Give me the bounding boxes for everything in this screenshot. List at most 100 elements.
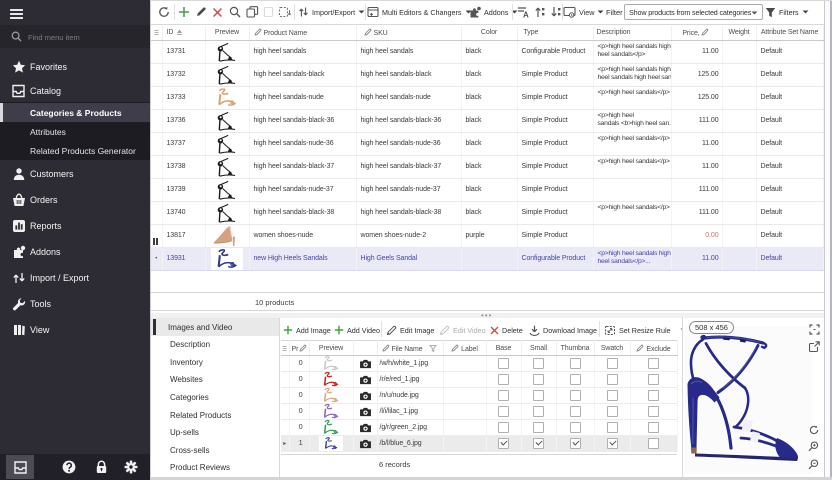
column-header-media-type[interactable] <box>353 341 377 356</box>
row-expander[interactable] <box>151 155 162 178</box>
detail-tab-product-reviews[interactable]: Product Reviews <box>151 459 279 477</box>
paste-special-button[interactable] <box>278 0 291 24</box>
row-expander[interactable] <box>281 404 289 420</box>
row-expander[interactable]: • <box>151 247 162 270</box>
checkbox-exclude[interactable] <box>648 406 659 417</box>
image-row-green_2.jpg[interactable]: 0/g/r/green_2.jpg <box>281 420 677 436</box>
image-row-white_1.jpg[interactable]: 0/w/h/white_1.jpg <box>281 356 677 372</box>
sidebar-item-catalog[interactable]: Catalog <box>0 79 150 103</box>
column-header-product-name[interactable]: Product Name <box>249 26 356 40</box>
add-product-button[interactable] <box>178 0 190 24</box>
detail-tab-up-sells[interactable]: Up-sells <box>151 424 279 442</box>
sidebar-item-reports[interactable]: Reports <box>0 214 150 238</box>
open-external-icon[interactable] <box>809 341 820 352</box>
checkbox-thumbnail[interactable] <box>570 422 581 433</box>
checkbox-base[interactable] <box>498 390 509 401</box>
store-button[interactable] <box>6 455 34 479</box>
column-header-swatch[interactable]: Swatch <box>594 341 630 356</box>
download-image-button[interactable]: Download Image <box>529 318 597 342</box>
row-expander[interactable] <box>281 372 289 388</box>
column-header-exclude[interactable]: Exclude <box>630 341 677 356</box>
checkbox-exclude[interactable] <box>648 374 659 385</box>
rotate-icon[interactable] <box>809 425 819 435</box>
sidebar-item-import-export[interactable]: Import / Export <box>0 266 150 290</box>
column-header-image-preview[interactable]: Preview <box>309 341 353 356</box>
checkbox-thumbnail[interactable] <box>570 438 581 449</box>
column-header-description[interactable]: Description <box>593 26 671 40</box>
lock-button[interactable] <box>87 455 115 479</box>
sidebar-item-customers[interactable]: Customers <box>0 162 150 186</box>
fullscreen-icon[interactable] <box>809 324 820 335</box>
detail-tab-categories[interactable]: Categories <box>151 388 279 406</box>
row-expander[interactable] <box>151 178 162 201</box>
row-expander[interactable] <box>151 109 162 132</box>
row-expander[interactable] <box>151 201 162 224</box>
sidebar-item-orders[interactable]: Orders <box>0 188 150 212</box>
checkbox-thumbnail[interactable] <box>570 406 581 417</box>
expander-column-header[interactable] <box>151 26 162 40</box>
image-row-lilac_1.jpg[interactable]: 0/l/i/lilac_1.jpg <box>281 404 677 420</box>
product-row-13737[interactable]: 13737high heel sandals-nude-36high heel … <box>151 132 823 155</box>
checkbox-swatch[interactable] <box>607 374 618 385</box>
checkbox-exclude[interactable] <box>648 422 659 433</box>
checkbox-exclude[interactable] <box>648 358 659 369</box>
sort-az-button[interactable]: A <box>517 0 529 24</box>
detail-tab-description[interactable]: Description <box>151 336 279 354</box>
copy-button[interactable] <box>246 0 259 24</box>
checkbox-base[interactable] <box>498 438 509 449</box>
checkbox-exclude[interactable] <box>648 438 659 449</box>
checkbox-exclude[interactable] <box>648 390 659 401</box>
set-resize-rule-button[interactable]: Set Resize Rule <box>604 318 671 342</box>
sidebar-item-addons[interactable]: Addons <box>0 240 150 264</box>
row-expander[interactable] <box>281 388 289 404</box>
images-grid-header[interactable]: Pr Preview File Name Label Base Small Th… <box>281 341 677 356</box>
sidebar-item-view[interactable]: View <box>0 318 150 342</box>
checkbox-thumbnail[interactable] <box>570 358 581 369</box>
products-grid-header[interactable]: ID Preview Product Name SKU Color Type D… <box>151 26 823 40</box>
detail-tab-related-products[interactable]: Related Products <box>151 406 279 424</box>
hamburger-menu-icon[interactable] <box>10 9 23 19</box>
checkbox-swatch[interactable] <box>607 358 618 369</box>
row-expander[interactable] <box>281 356 289 372</box>
column-header-position[interactable]: Pr <box>289 341 309 356</box>
row-expander[interactable] <box>151 132 162 155</box>
detail-tab-websites[interactable]: Websites <box>151 371 279 389</box>
column-header-file-name[interactable]: File Name <box>377 341 443 356</box>
settings-button[interactable] <box>117 455 145 479</box>
sidebar-item-tools[interactable]: Tools <box>0 292 150 316</box>
delete-product-button[interactable] <box>212 0 223 24</box>
column-header-attribute-set-name[interactable]: Attribute Set Name <box>756 26 823 40</box>
zoom-out-icon[interactable] <box>808 459 819 470</box>
zoom-in-icon[interactable] <box>808 441 819 452</box>
image-row-blue_6.jpg[interactable]: ▸1/b/l/blue_6.jpg <box>281 436 677 452</box>
product-row-13739[interactable]: 13739high heel sandals-nude-37high heel … <box>151 178 823 201</box>
checkbox-thumbnail[interactable] <box>570 374 581 385</box>
product-row-13740[interactable]: 13740high heel sandals-black-38high heel… <box>151 201 823 224</box>
filters-button[interactable]: Filters <box>765 0 809 24</box>
column-header-preview[interactable]: Preview <box>205 26 249 40</box>
image-row-nude.jpg[interactable]: 0/n/u/nude.jpg <box>281 388 677 404</box>
image-row-red_1.jpg[interactable]: 0/r/e/red_1.jpg <box>281 372 677 388</box>
product-row-13732[interactable]: 13732high heel sandals-blackhigh heel sa… <box>151 63 823 86</box>
row-expander[interactable] <box>151 224 162 247</box>
column-header-price[interactable]: Price, <box>671 26 722 40</box>
sidebar-search[interactable]: Find menu item <box>0 25 150 48</box>
checkbox-swatch[interactable] <box>607 390 618 401</box>
checkbox-base[interactable] <box>498 358 509 369</box>
sidebar-subitem-related-products-generator[interactable]: Related Products Generator <box>0 141 150 160</box>
product-row-13817[interactable]: 13817women shoes-nudewomen shoes-nude-2p… <box>151 224 823 247</box>
view-button[interactable]: View <box>563 0 604 24</box>
add-image-button[interactable]: Add Image <box>283 318 331 342</box>
row-expander[interactable]: ▸ <box>281 436 289 452</box>
detail-tab-cross-sells[interactable]: Cross-sells <box>151 441 279 459</box>
column-header-small[interactable]: Small <box>521 341 556 356</box>
sidebar-item-favorites[interactable]: Favorites <box>0 55 150 79</box>
checkbox-small[interactable] <box>533 406 544 417</box>
column-header-weight[interactable]: Weight <box>722 26 756 40</box>
multi-editors-button[interactable]: Multi Editors & Changers <box>367 0 472 24</box>
product-row-13931[interactable]: •13931new High Heels SandalsHigh Geels S… <box>151 247 823 270</box>
edit-product-button[interactable] <box>195 0 207 24</box>
checkbox-small[interactable] <box>533 358 544 369</box>
import-export-button[interactable]: Import/Export <box>298 0 365 24</box>
checkbox-base[interactable] <box>498 422 509 433</box>
